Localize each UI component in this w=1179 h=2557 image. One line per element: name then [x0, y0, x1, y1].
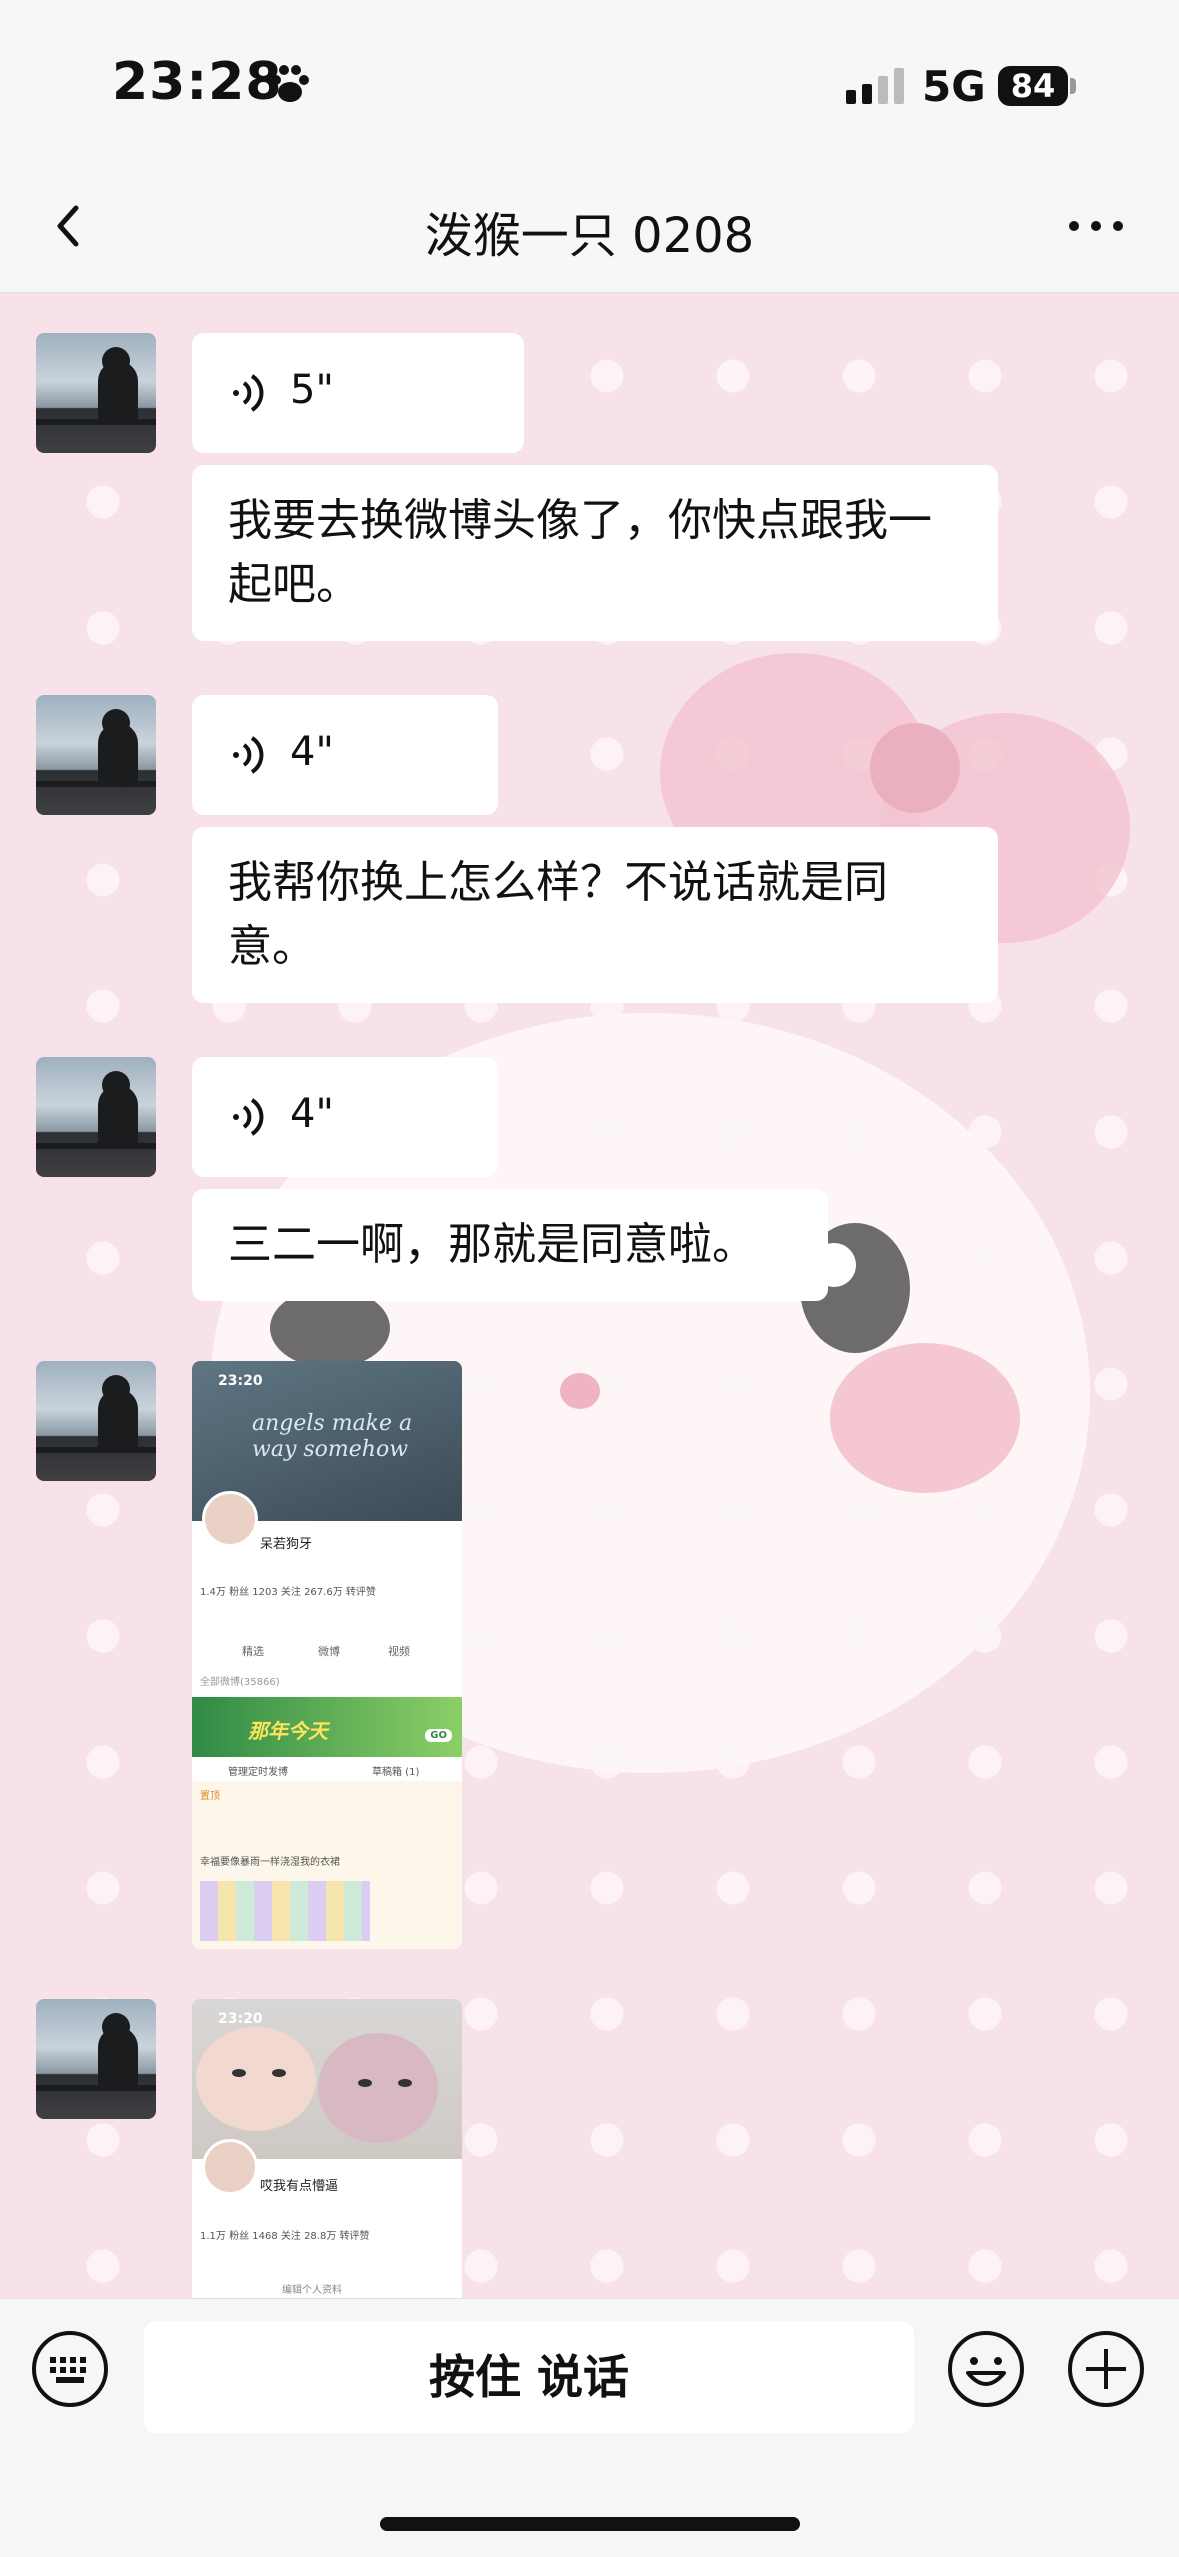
shot-banner-text: 那年今天 [248, 1719, 328, 1743]
wallpaper-nose [560, 1373, 600, 1409]
status-time: 23:28 [112, 52, 283, 112]
shot-tab: 视频 [388, 1645, 410, 1658]
shot-avatar [202, 1491, 258, 1547]
avatar[interactable] [36, 1057, 156, 1177]
voice-wave-icon [233, 374, 264, 412]
avatar[interactable] [36, 1999, 156, 2119]
shot-avatar [202, 2139, 258, 2195]
image-message-weibo-profile-2[interactable]: 23:20 哎我有点懵逼 1.1万 粉丝 1468 关注 28.8万 转评赞 编… [192, 1999, 462, 2298]
shot-profile-name: 呆若狗牙 [260, 1537, 313, 1552]
more-icon[interactable] [1066, 214, 1126, 238]
shot-drafts: 草稿箱 (1) [372, 1767, 420, 1778]
voice-duration: 4" [290, 729, 334, 775]
avatar[interactable] [36, 695, 156, 815]
shot-post-text: 幸福要像暴雨一样浇湿我的衣裙 [200, 1857, 340, 1868]
status-bar: 23:28 5G 84 [0, 0, 1179, 160]
shot-header: 23:20 [192, 1999, 462, 2159]
shot-manage: 管理定时发博 [228, 1767, 288, 1778]
avatar[interactable] [36, 1361, 156, 1481]
voice-wave-icon [233, 736, 264, 774]
hold-to-talk-button[interactable]: 按住 说话 [144, 2321, 914, 2433]
shot-go-badge: GO [425, 1729, 452, 1742]
text-message[interactable]: 我要去换微博头像了，你快点跟我一起吧。 [192, 465, 998, 641]
emoji-icon[interactable] [946, 2329, 1026, 2409]
shot-pinned: 置顶 [200, 1791, 220, 1802]
chat-area[interactable]: 5" 我要去换微博头像了，你快点跟我一起吧。 4" 我帮你换上怎么样？不说话就是… [0, 293, 1179, 2298]
paw-icon [271, 65, 309, 102]
text-message[interactable]: 我帮你换上怎么样？不说话就是同意。 [192, 827, 998, 1003]
shot-stats: 1.4万 粉丝 1203 关注 267.6万 转评赞 [200, 1587, 376, 1598]
input-bar: 按住 说话 [0, 2298, 1179, 2557]
chat-title: 泼猴一只 0208 [424, 208, 755, 264]
text-message[interactable]: 三二一啊，那就是同意啦。 [192, 1189, 828, 1301]
shot-edit: 编辑个人资料 [282, 2285, 342, 2296]
signal-icon [846, 68, 904, 104]
shot-face-left [196, 2027, 316, 2131]
shot-banner: 那年今天 GO [192, 1697, 462, 1757]
voice-duration: 5" [290, 367, 334, 413]
voice-message[interactable]: 4" [192, 695, 498, 815]
battery-tip [1070, 78, 1076, 94]
voice-duration: 4" [290, 1091, 334, 1137]
network-type: 5G [922, 62, 986, 111]
shot-stats: 1.1万 粉丝 1468 关注 28.8万 转评赞 [200, 2231, 370, 2242]
avatar[interactable] [36, 333, 156, 453]
shot-time: 23:20 [218, 2011, 263, 2027]
home-indicator[interactable] [380, 2517, 800, 2531]
shot-profile-name: 哎我有点懵逼 [260, 2179, 339, 2194]
shot-post-card: 置顶 幸福要像暴雨一样浇湿我的衣裙 [192, 1781, 462, 1949]
shot-section-label: 全部微博(35866) [200, 1677, 280, 1688]
voice-message[interactable]: 4" [192, 1057, 498, 1177]
keyboard-icon[interactable] [30, 2329, 110, 2409]
shot-script-text: angels make a way somehow [252, 1411, 413, 1462]
nav-bar: 泼猴一只 0208 [0, 160, 1179, 293]
voice-wave-icon [233, 1098, 264, 1136]
plus-icon[interactable] [1066, 2329, 1146, 2409]
shot-time: 23:20 [218, 1373, 263, 1389]
wallpaper-blush [830, 1343, 1020, 1493]
shot-face-right [318, 2033, 438, 2143]
shot-tab: 精选 [242, 1645, 264, 1658]
shot-post-image [200, 1881, 370, 1941]
wallpaper-bow-center [870, 723, 960, 813]
battery-level: 84 [998, 66, 1068, 106]
shot-tab: 微博 [318, 1645, 340, 1658]
image-message-weibo-profile-1[interactable]: 23:20 angels make a way somehow 呆若狗牙 1.4… [192, 1361, 462, 1949]
voice-message[interactable]: 5" [192, 333, 524, 453]
